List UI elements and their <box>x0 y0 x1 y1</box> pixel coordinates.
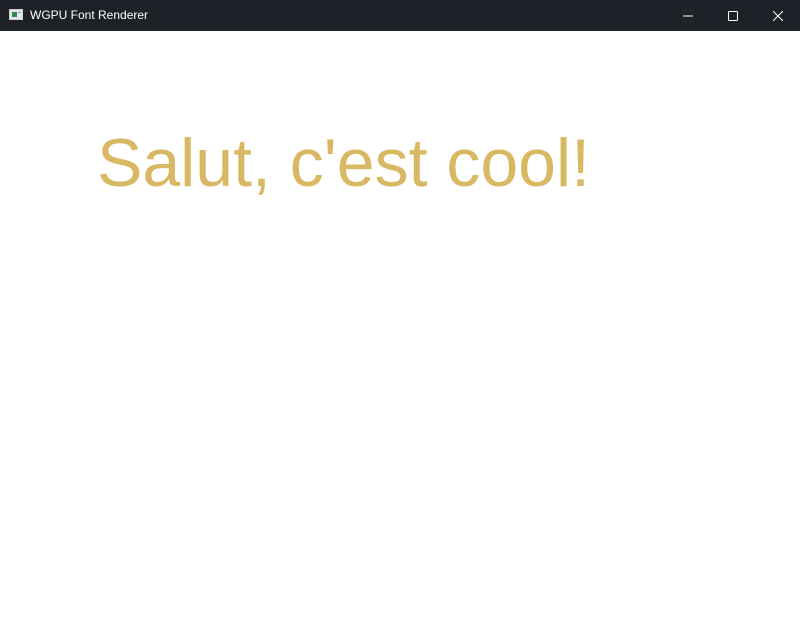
rendered-text: Salut, c'est cool! <box>97 125 590 201</box>
window-title: WGPU Font Renderer <box>30 8 149 22</box>
maximize-button[interactable] <box>710 0 755 31</box>
window-controls <box>665 0 800 31</box>
app-window-icon <box>9 9 23 20</box>
close-button[interactable] <box>755 0 800 31</box>
title-bar[interactable]: WGPU Font Renderer <box>0 0 800 31</box>
app-window: WGPU Font Renderer Salut, c'est cool! <box>0 0 800 631</box>
close-icon <box>772 10 783 21</box>
maximize-icon <box>727 10 738 21</box>
minimize-icon <box>682 15 693 16</box>
render-canvas: Salut, c'est cool! <box>0 31 800 631</box>
minimize-button[interactable] <box>665 0 710 31</box>
